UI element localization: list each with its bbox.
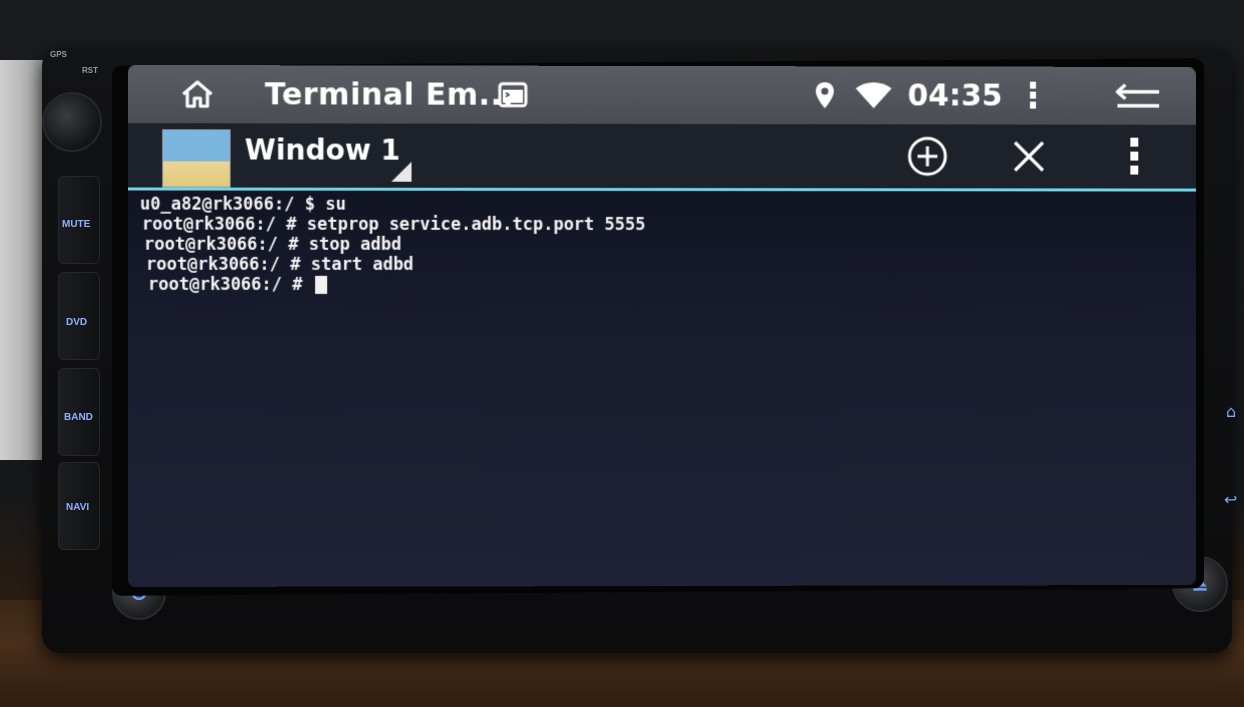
back-button[interactable] <box>1108 67 1168 125</box>
status-bar: Terminal Em... 04:35 <box>127 64 1196 125</box>
location-pin-icon <box>815 82 834 109</box>
terminal-output[interactable]: u0_a82@rk3066:/ $ su root@rk3066:/ # set… <box>127 190 1196 588</box>
overflow-menu-icon <box>1130 137 1139 175</box>
actionbar-overflow-button[interactable] <box>1107 131 1163 183</box>
terminal-icon <box>497 82 527 108</box>
terminal-line: u0_a82@rk3066:/ $ su <box>139 194 346 215</box>
back-icon <box>1113 81 1163 111</box>
terminal-prompt-line[interactable]: root@rk3066:/ # <box>140 275 1196 295</box>
dvd-label: DVD <box>66 317 88 328</box>
new-window-button[interactable] <box>900 130 956 182</box>
home-button[interactable] <box>172 65 222 123</box>
app-title: Terminal Em... <box>264 76 515 113</box>
side-back-icon[interactable]: ↩ <box>1224 490 1237 509</box>
mute-label: MUTE <box>62 219 91 230</box>
app-logo <box>162 129 231 188</box>
gps-label: GPS <box>50 50 67 59</box>
volume-knob[interactable] <box>42 92 102 152</box>
overflow-menu-icon <box>1029 81 1036 109</box>
screen: Terminal Em... 04:35 Window 1 u0_a82@rk3… <box>127 64 1196 588</box>
add-circle-icon <box>906 134 950 178</box>
terminal-cursor <box>314 275 327 294</box>
window-dropdown-icon[interactable] <box>391 161 412 182</box>
rst-label: RST <box>82 66 98 75</box>
terminal-line: root@rk3066:/ # setprop service.adb.tcp.… <box>141 214 646 235</box>
dvd-key[interactable] <box>58 272 100 360</box>
close-icon <box>1010 137 1048 175</box>
wifi-indicator <box>854 66 894 124</box>
terminal-prompt: root@rk3066:/ # <box>148 274 313 295</box>
terminal-line: root@rk3066:/ # stop adbd <box>144 234 402 255</box>
window-title[interactable]: Window 1 <box>245 133 401 166</box>
status-clock: 04:35 <box>907 77 1003 114</box>
terminal-line: root@rk3066:/ # start adbd <box>146 254 414 275</box>
wifi-icon <box>855 82 892 109</box>
close-window-button[interactable] <box>1001 130 1057 182</box>
status-overflow-button[interactable] <box>1021 67 1045 125</box>
side-home-icon[interactable]: ⌂ <box>1226 402 1236 421</box>
home-icon <box>181 80 212 108</box>
action-bar: Window 1 <box>127 123 1196 192</box>
navi-label: NAVI <box>66 502 90 513</box>
terminal-app-button[interactable] <box>497 66 532 124</box>
terminal-history: u0_a82@rk3066:/ $ su root@rk3066:/ # set… <box>140 194 1196 275</box>
band-label: BAND <box>64 412 93 423</box>
location-indicator <box>814 66 836 124</box>
